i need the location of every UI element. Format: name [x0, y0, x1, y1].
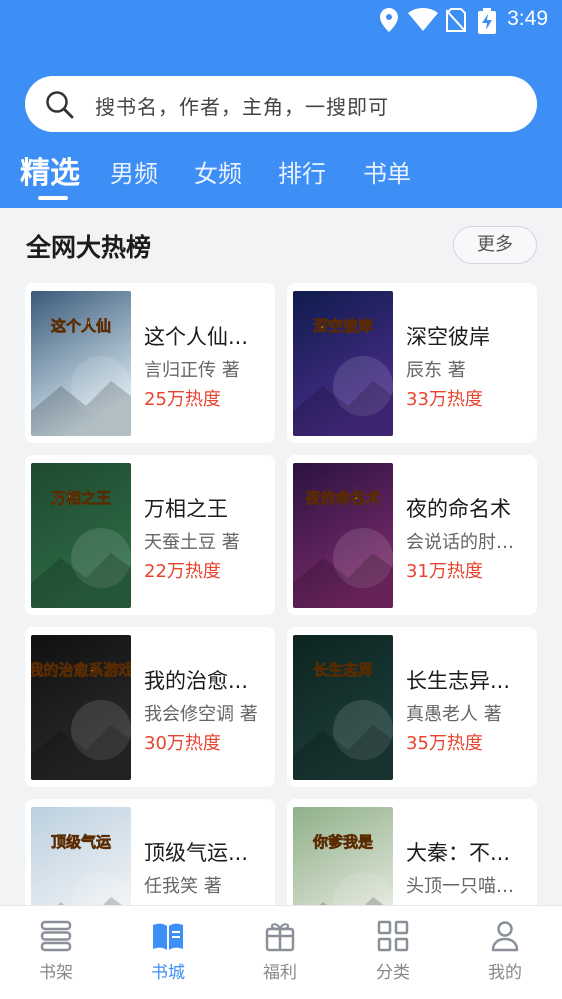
- status-bar: 3:49: [0, 0, 562, 40]
- battery-charging-icon: [478, 8, 496, 34]
- book-title[interactable]: 长生志异...: [406, 665, 528, 695]
- book-card[interactable]: 我的治愈系游戏 我的治愈... 我会修空调 著 30万热度: [25, 627, 275, 787]
- nav-bookshelf[interactable]: 书架: [16, 916, 96, 996]
- book-author: 任我笑 著: [144, 876, 222, 897]
- book-cover[interactable]: 长生志异: [293, 635, 393, 780]
- book-card[interactable]: 这个人仙 这个人仙... 言归正传 著 25万热度: [25, 283, 275, 443]
- book-author: 辰东 著: [406, 360, 466, 381]
- book-cover[interactable]: 深空彼岸: [293, 291, 393, 436]
- book-heat: 30万热度: [144, 733, 221, 754]
- more-button[interactable]: 更多: [453, 226, 537, 264]
- bottom-nav: 书架 书城 福利 分类 我的: [0, 905, 562, 999]
- status-time: 3:49: [507, 7, 548, 30]
- book-title[interactable]: 我的治愈...: [144, 665, 266, 695]
- tab-booklists[interactable]: 书单: [363, 154, 411, 189]
- cover-title-art: 你爹我是: [312, 833, 374, 851]
- nav-profile[interactable]: 我的: [465, 916, 545, 996]
- cover-title-art: 长生志异: [313, 661, 373, 679]
- book-author: 我会修空调 著: [144, 704, 258, 725]
- nav-categories[interactable]: 分类: [353, 916, 433, 996]
- book-author: 会说话的肘子...: [406, 532, 530, 553]
- location-icon: [380, 8, 398, 32]
- book-cover[interactable]: 夜的命名术: [293, 463, 393, 608]
- book-cover[interactable]: 我的治愈系游戏: [31, 635, 131, 780]
- book-title[interactable]: 深空彼岸: [406, 321, 528, 351]
- open-book-icon: [153, 923, 183, 950]
- book-heat: 31万热度: [406, 561, 483, 582]
- tab-ranking[interactable]: 排行: [278, 154, 326, 189]
- person-icon: [491, 921, 519, 952]
- cover-title-art: 这个人仙: [51, 317, 111, 335]
- book-author: 言归正传 著: [144, 360, 240, 381]
- tab-featured[interactable]: 精选: [20, 148, 80, 192]
- book-cover[interactable]: 万相之王: [31, 463, 131, 608]
- search-bar[interactable]: 搜书名，作者，主角，一搜即可: [25, 76, 537, 132]
- book-author: 天蚕土豆 著: [144, 532, 240, 553]
- book-title[interactable]: 万相之王: [144, 493, 266, 523]
- search-icon: [46, 91, 74, 119]
- nav-bookstore[interactable]: 书城: [128, 916, 208, 996]
- search-placeholder[interactable]: 搜书名，作者，主角，一搜即可: [95, 91, 389, 120]
- book-title[interactable]: 这个人仙...: [144, 321, 266, 351]
- book-author: 头顶一只喵喵...: [406, 876, 530, 897]
- book-card[interactable]: 万相之王 万相之王天蚕土豆 著 22万热度: [25, 455, 275, 615]
- book-card[interactable]: 长生志异 长生志异... 真愚老人 著 35万热度: [287, 627, 537, 787]
- cover-title-art: 顶级气运: [51, 833, 111, 851]
- wifi-icon: [408, 8, 438, 31]
- book-title[interactable]: 顶级气运...: [144, 837, 266, 867]
- book-title[interactable]: 夜的命名术: [406, 493, 528, 523]
- grid-icon: [377, 920, 409, 952]
- category-tabs: 精选 男频 女频 排行 书单: [0, 146, 562, 208]
- nav-benefits[interactable]: 福利: [240, 916, 320, 996]
- book-card[interactable]: 深空彼岸 深空彼岸辰东 著 33万热度: [287, 283, 537, 443]
- cover-title-art: 我的治愈系游戏: [31, 661, 131, 679]
- book-cover[interactable]: 这个人仙: [31, 291, 131, 436]
- book-heat: 33万热度: [406, 389, 483, 410]
- header: 3:49 搜书名，作者，主角，一搜即可 精选 男频 女频 排行 书单: [0, 0, 562, 208]
- tab-male[interactable]: 男频: [110, 154, 158, 189]
- cover-title-art: 夜的命名术: [304, 489, 380, 507]
- section-title: 全网大热榜: [26, 233, 152, 262]
- cover-title-art: 深空彼岸: [313, 317, 373, 335]
- gift-icon: [265, 923, 295, 952]
- book-heat: 22万热度: [144, 561, 221, 582]
- book-heat: 35万热度: [406, 733, 483, 754]
- book-title[interactable]: 大秦：不...: [406, 837, 528, 867]
- book-heat: 25万热度: [144, 389, 221, 410]
- bookshelf-icon: [40, 920, 72, 952]
- tab-female[interactable]: 女频: [194, 154, 242, 189]
- no-sim-icon: [446, 8, 466, 32]
- cover-title-art: 万相之王: [50, 489, 111, 507]
- book-author: 真愚老人 著: [406, 704, 502, 725]
- active-tab-indicator: [38, 196, 68, 200]
- book-card[interactable]: 夜的命名术 夜的命名术会说话的肘子... 31万热度: [287, 455, 537, 615]
